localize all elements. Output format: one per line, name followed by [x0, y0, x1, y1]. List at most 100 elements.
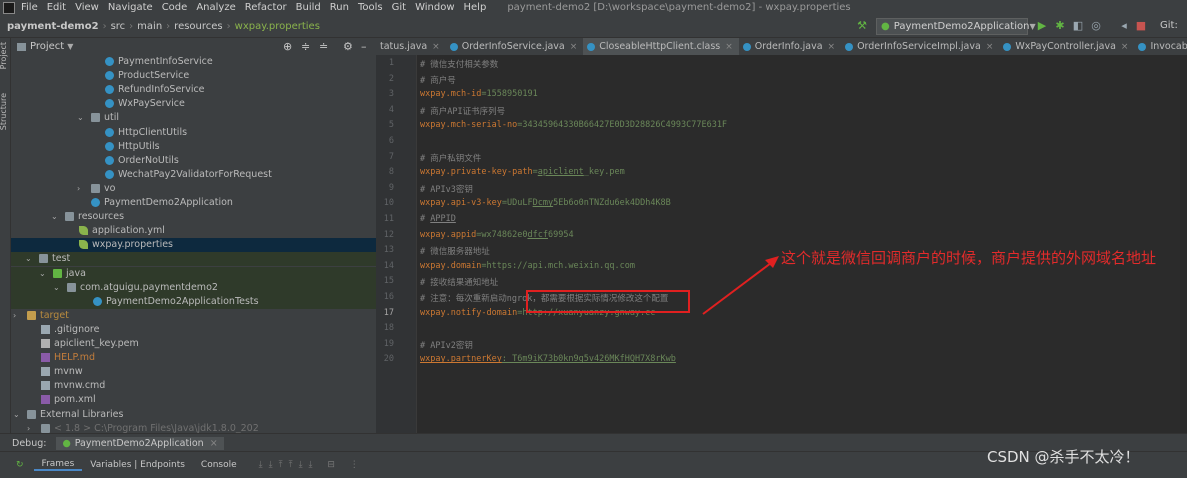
- tree-item[interactable]: HttpClientUtils: [11, 126, 376, 140]
- file-icon: [41, 395, 50, 405]
- tree-item[interactable]: › vo: [11, 182, 376, 196]
- project-tool-tab[interactable]: Project: [0, 42, 8, 69]
- expand-all-icon[interactable]: ≑: [301, 40, 310, 53]
- editor-tab[interactable]: OrderInfoService.java ×: [446, 38, 584, 55]
- editor-tab[interactable]: OrderInfoServiceImpl.java ×: [841, 38, 999, 55]
- breadcrumb-src[interactable]: src: [108, 21, 129, 32]
- class-icon: [105, 155, 114, 165]
- menu-item-help[interactable]: Help: [464, 2, 487, 13]
- stop-icon[interactable]: ■: [1135, 19, 1147, 32]
- chevron-down-icon[interactable]: ⌄: [51, 210, 58, 224]
- chevron-down-icon[interactable]: ⌄: [77, 111, 84, 125]
- gear-icon[interactable]: ⚙: [343, 40, 353, 53]
- tree-item[interactable]: ⌄ External Libraries: [11, 408, 376, 422]
- chevron-down-icon[interactable]: ⌄: [53, 281, 60, 295]
- tree-item[interactable]: ⌄ com.atguigu.paymentdemo2: [11, 280, 376, 295]
- chevron-down-icon[interactable]: ⌄: [39, 267, 46, 281]
- tree-item[interactable]: PaymentDemo2ApplicationTests: [11, 294, 376, 309]
- tree-item[interactable]: WechatPay2ValidatorForRequest: [11, 168, 376, 182]
- tree-item[interactable]: HELP.md: [11, 351, 376, 365]
- close-icon[interactable]: ×: [1121, 42, 1129, 52]
- close-icon[interactable]: ×: [828, 42, 836, 52]
- code-line: # APIv3密钥: [420, 183, 473, 195]
- tree-item[interactable]: .gitignore: [11, 323, 376, 337]
- run-configuration-select[interactable]: ● PaymentDemo2Application ▼: [876, 18, 1036, 35]
- tree-item[interactable]: PaymentInfoService: [11, 55, 376, 69]
- menu-item-code[interactable]: Code: [162, 2, 188, 13]
- structure-tool-tab[interactable]: Structure: [0, 93, 8, 130]
- git-label[interactable]: Git:: [1160, 20, 1178, 31]
- menu-item-run[interactable]: Run: [330, 2, 349, 13]
- menu-item-window[interactable]: Window: [415, 2, 454, 13]
- menu-item-analyze[interactable]: Analyze: [196, 2, 235, 13]
- editor-tab[interactable]: tatus.java ×: [376, 38, 446, 55]
- menu-item-view[interactable]: View: [75, 2, 99, 13]
- breadcrumb-main[interactable]: main: [134, 21, 165, 32]
- breadcrumb-project[interactable]: payment-demo2: [4, 21, 102, 32]
- line-number: 4: [388, 104, 394, 115]
- editor-tab[interactable]: InvocableHandlerMethod.cla×: [1134, 38, 1187, 55]
- chevron-down-icon[interactable]: ⌄: [13, 408, 20, 422]
- breadcrumb-file[interactable]: wxpay.properties: [232, 21, 323, 32]
- tree-item[interactable]: wxpay.properties: [11, 238, 376, 253]
- project-panel-title[interactable]: Project: [30, 41, 64, 52]
- tab-frames[interactable]: Frames: [33, 459, 83, 471]
- tree-item[interactable]: ⌄ java: [11, 266, 376, 281]
- chevron-right-icon[interactable]: ›: [13, 309, 16, 323]
- close-icon[interactable]: ×: [986, 42, 994, 52]
- collapse-all-icon[interactable]: ≐: [319, 40, 328, 53]
- tree-item[interactable]: WxPayService: [11, 97, 376, 111]
- menu-item-tools[interactable]: Tools: [358, 2, 383, 13]
- locate-icon[interactable]: ⊕: [283, 40, 292, 53]
- build-hammer-icon[interactable]: ⚒: [856, 19, 868, 32]
- breadcrumb-resources[interactable]: resources: [171, 21, 225, 32]
- tab-console[interactable]: Console: [193, 460, 245, 470]
- tree-item[interactable]: › < 1.8 > C:\Program Files\Java\jdk1.8.0_…: [11, 422, 376, 433]
- tree-item[interactable]: PaymentDemo2Application: [11, 196, 376, 210]
- tree-item[interactable]: apiclient_key.pem: [11, 337, 376, 351]
- debug-bug-icon[interactable]: ✱: [1054, 19, 1066, 32]
- chevron-right-icon[interactable]: ›: [27, 422, 30, 433]
- coverage-icon[interactable]: ◧: [1072, 19, 1084, 32]
- menu-item-edit[interactable]: Edit: [47, 2, 66, 13]
- tree-item[interactable]: pom.xml: [11, 393, 376, 407]
- profiler-icon[interactable]: ◎: [1090, 19, 1102, 32]
- tree-item[interactable]: OrderNoUtils: [11, 154, 376, 168]
- menu-item-navigate[interactable]: Navigate: [108, 2, 153, 13]
- run-icon[interactable]: ▶: [1036, 19, 1048, 32]
- class-icon: [845, 42, 854, 51]
- debug-step-icons[interactable]: ⤓⤓⤒⤒⤓⤓ ⊟ ⋮: [259, 460, 365, 470]
- tree-item[interactable]: RefundInfoService: [11, 83, 376, 97]
- hide-icon[interactable]: –: [361, 40, 367, 53]
- chevron-down-icon[interactable]: ⌄: [25, 252, 32, 266]
- debug-session-tab[interactable]: ● PaymentDemo2Application ×: [56, 436, 224, 450]
- tree-item[interactable]: ⌄ util: [11, 111, 376, 125]
- tree-item[interactable]: HttpUtils: [11, 140, 376, 154]
- tree-item[interactable]: application.yml: [11, 224, 376, 238]
- tab-variables-endpoints[interactable]: Variables | Endpoints: [82, 460, 193, 470]
- menu-item-file[interactable]: File: [21, 2, 38, 13]
- tree-item[interactable]: ⌄ test: [11, 252, 376, 267]
- rerun-icon[interactable]: ↻: [16, 460, 24, 470]
- chevron-down-icon[interactable]: ▼: [67, 42, 73, 51]
- tree-item[interactable]: mvnw: [11, 365, 376, 379]
- menu-item-build[interactable]: Build: [296, 2, 321, 13]
- chevron-left-icon[interactable]: ◂: [1118, 19, 1130, 32]
- editor-tab[interactable]: WxPayController.java ×: [999, 38, 1134, 55]
- close-icon[interactable]: ×: [725, 42, 733, 52]
- tree-item[interactable]: ⌄ resources: [11, 210, 376, 224]
- tree-item[interactable]: ProductService: [11, 69, 376, 83]
- tree-item-label: HELP.md: [54, 352, 95, 364]
- editor-tab[interactable]: CloseableHttpClient.class ×: [583, 38, 739, 55]
- editor-tab[interactable]: OrderInfo.java ×: [739, 38, 841, 55]
- spring-app-icon: ●: [881, 21, 890, 32]
- menu-item-refactor[interactable]: Refactor: [245, 2, 287, 13]
- tree-item[interactable]: mvnw.cmd: [11, 379, 376, 393]
- close-icon[interactable]: ×: [432, 42, 440, 52]
- close-icon[interactable]: ×: [210, 438, 218, 449]
- tree-item[interactable]: › target: [11, 309, 376, 323]
- close-icon[interactable]: ×: [570, 42, 578, 52]
- code-editor[interactable]: # 微信支付相关参数 # 商户号 wxpay.mch-id=1558950191 # …: [417, 55, 1187, 433]
- menu-item-git[interactable]: Git: [392, 2, 406, 13]
- chevron-right-icon[interactable]: ›: [77, 182, 80, 196]
